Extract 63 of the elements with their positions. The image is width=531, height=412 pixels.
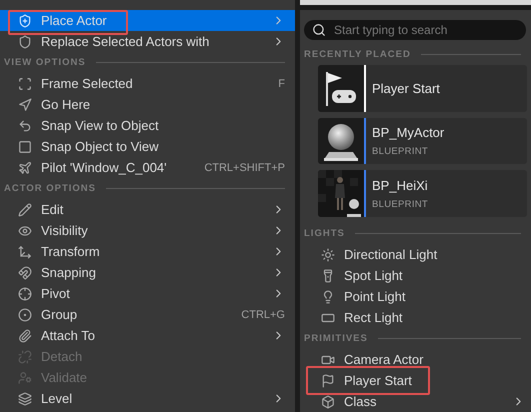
actor-list-item[interactable]: Point Light [300,286,531,308]
broken-link-icon [18,350,32,364]
lightbulb-icon [321,290,335,304]
search-input[interactable]: Start typing to search [332,22,518,38]
plane-icon [18,160,32,174]
crosshair-icon [18,286,32,300]
actor-list-item[interactable]: Class [300,391,531,412]
section-header: PRIMITIVES [304,333,368,344]
actor-name: Player Start [372,80,440,96]
menu-item[interactable]: Snap Object to View [0,136,295,157]
layers-icon [18,392,32,406]
axes-icon [18,244,32,258]
navigation-arrow-icon [18,98,32,112]
square-icon [18,140,32,154]
menu-item[interactable]: Frame Selected F [0,73,295,94]
menu-item[interactable]: Group CTRL+G [0,304,295,325]
section-header: ACTOR OPTIONS [4,183,96,194]
eye-icon [18,224,32,238]
shortcut-label: CTRL+SHIFT+P [204,162,285,174]
section-header: LIGHTS [304,228,345,240]
flag-icon [321,374,335,388]
shield-icon [18,34,32,48]
search-field[interactable]: Start typing to search [304,20,526,40]
paperclip-icon [18,328,32,342]
menu-item[interactable]: Transform [0,241,295,262]
menu-item[interactable]: Replace Selected Actors with [0,31,295,52]
actor-list-item[interactable]: Rect Light [300,307,531,328]
actor-type: BLUEPRINT [372,198,428,210]
shortcut-label: CTRL+G [241,308,285,320]
actor-type: BLUEPRINT [372,146,430,157]
cube-icon [321,394,335,409]
actor-card[interactable]: BP_MyActor BLUEPRINT [318,118,527,164]
actor-list-item[interactable]: Spot Light [300,265,531,286]
menu-item[interactable]: Edit [0,199,295,220]
menu-item[interactable]: Pilot 'Window_C_004' CTRL+SHIFT+P [0,157,295,178]
actor-card[interactable]: Player Start [318,64,527,112]
shield-plus-icon [18,14,32,28]
menu-item[interactable]: Snap View to Object [0,115,295,136]
actor-name: BP_MyActor [372,124,444,140]
flashlight-icon [321,268,335,283]
user-gear-icon [18,370,32,384]
flag-gamepad-icon [324,70,358,108]
section-header: RECENTLY PLACED [304,49,411,60]
actor-list-item[interactable]: Directional Light [300,244,531,266]
circle-dot-icon [18,308,32,322]
pencil-icon [18,202,32,216]
actor-list-item[interactable]: Camera Actor [300,349,531,370]
shortcut-label: F [278,78,285,90]
menu-item[interactable]: Attach To [0,325,295,346]
sun-icon [321,248,335,262]
search-icon [312,23,326,38]
menu-item[interactable]: Snapping [0,262,295,283]
menu-item[interactable]: Pivot [0,283,295,304]
undo-arrow-icon [18,118,32,132]
actor-card[interactable]: BP_HeiXi BLUEPRINT [318,170,527,218]
magnet-icon [18,266,32,280]
actor-list-item[interactable]: Player Start [300,370,531,392]
menu-item[interactable]: Go Here [0,94,295,115]
menu-item[interactable]: Level [0,388,295,409]
frame-corners-icon [18,76,32,90]
section-header: VIEW OPTIONS [4,57,86,68]
menu-item[interactable]: Visibility [0,220,295,241]
actor-name: BP_HeiXi [372,178,428,193]
